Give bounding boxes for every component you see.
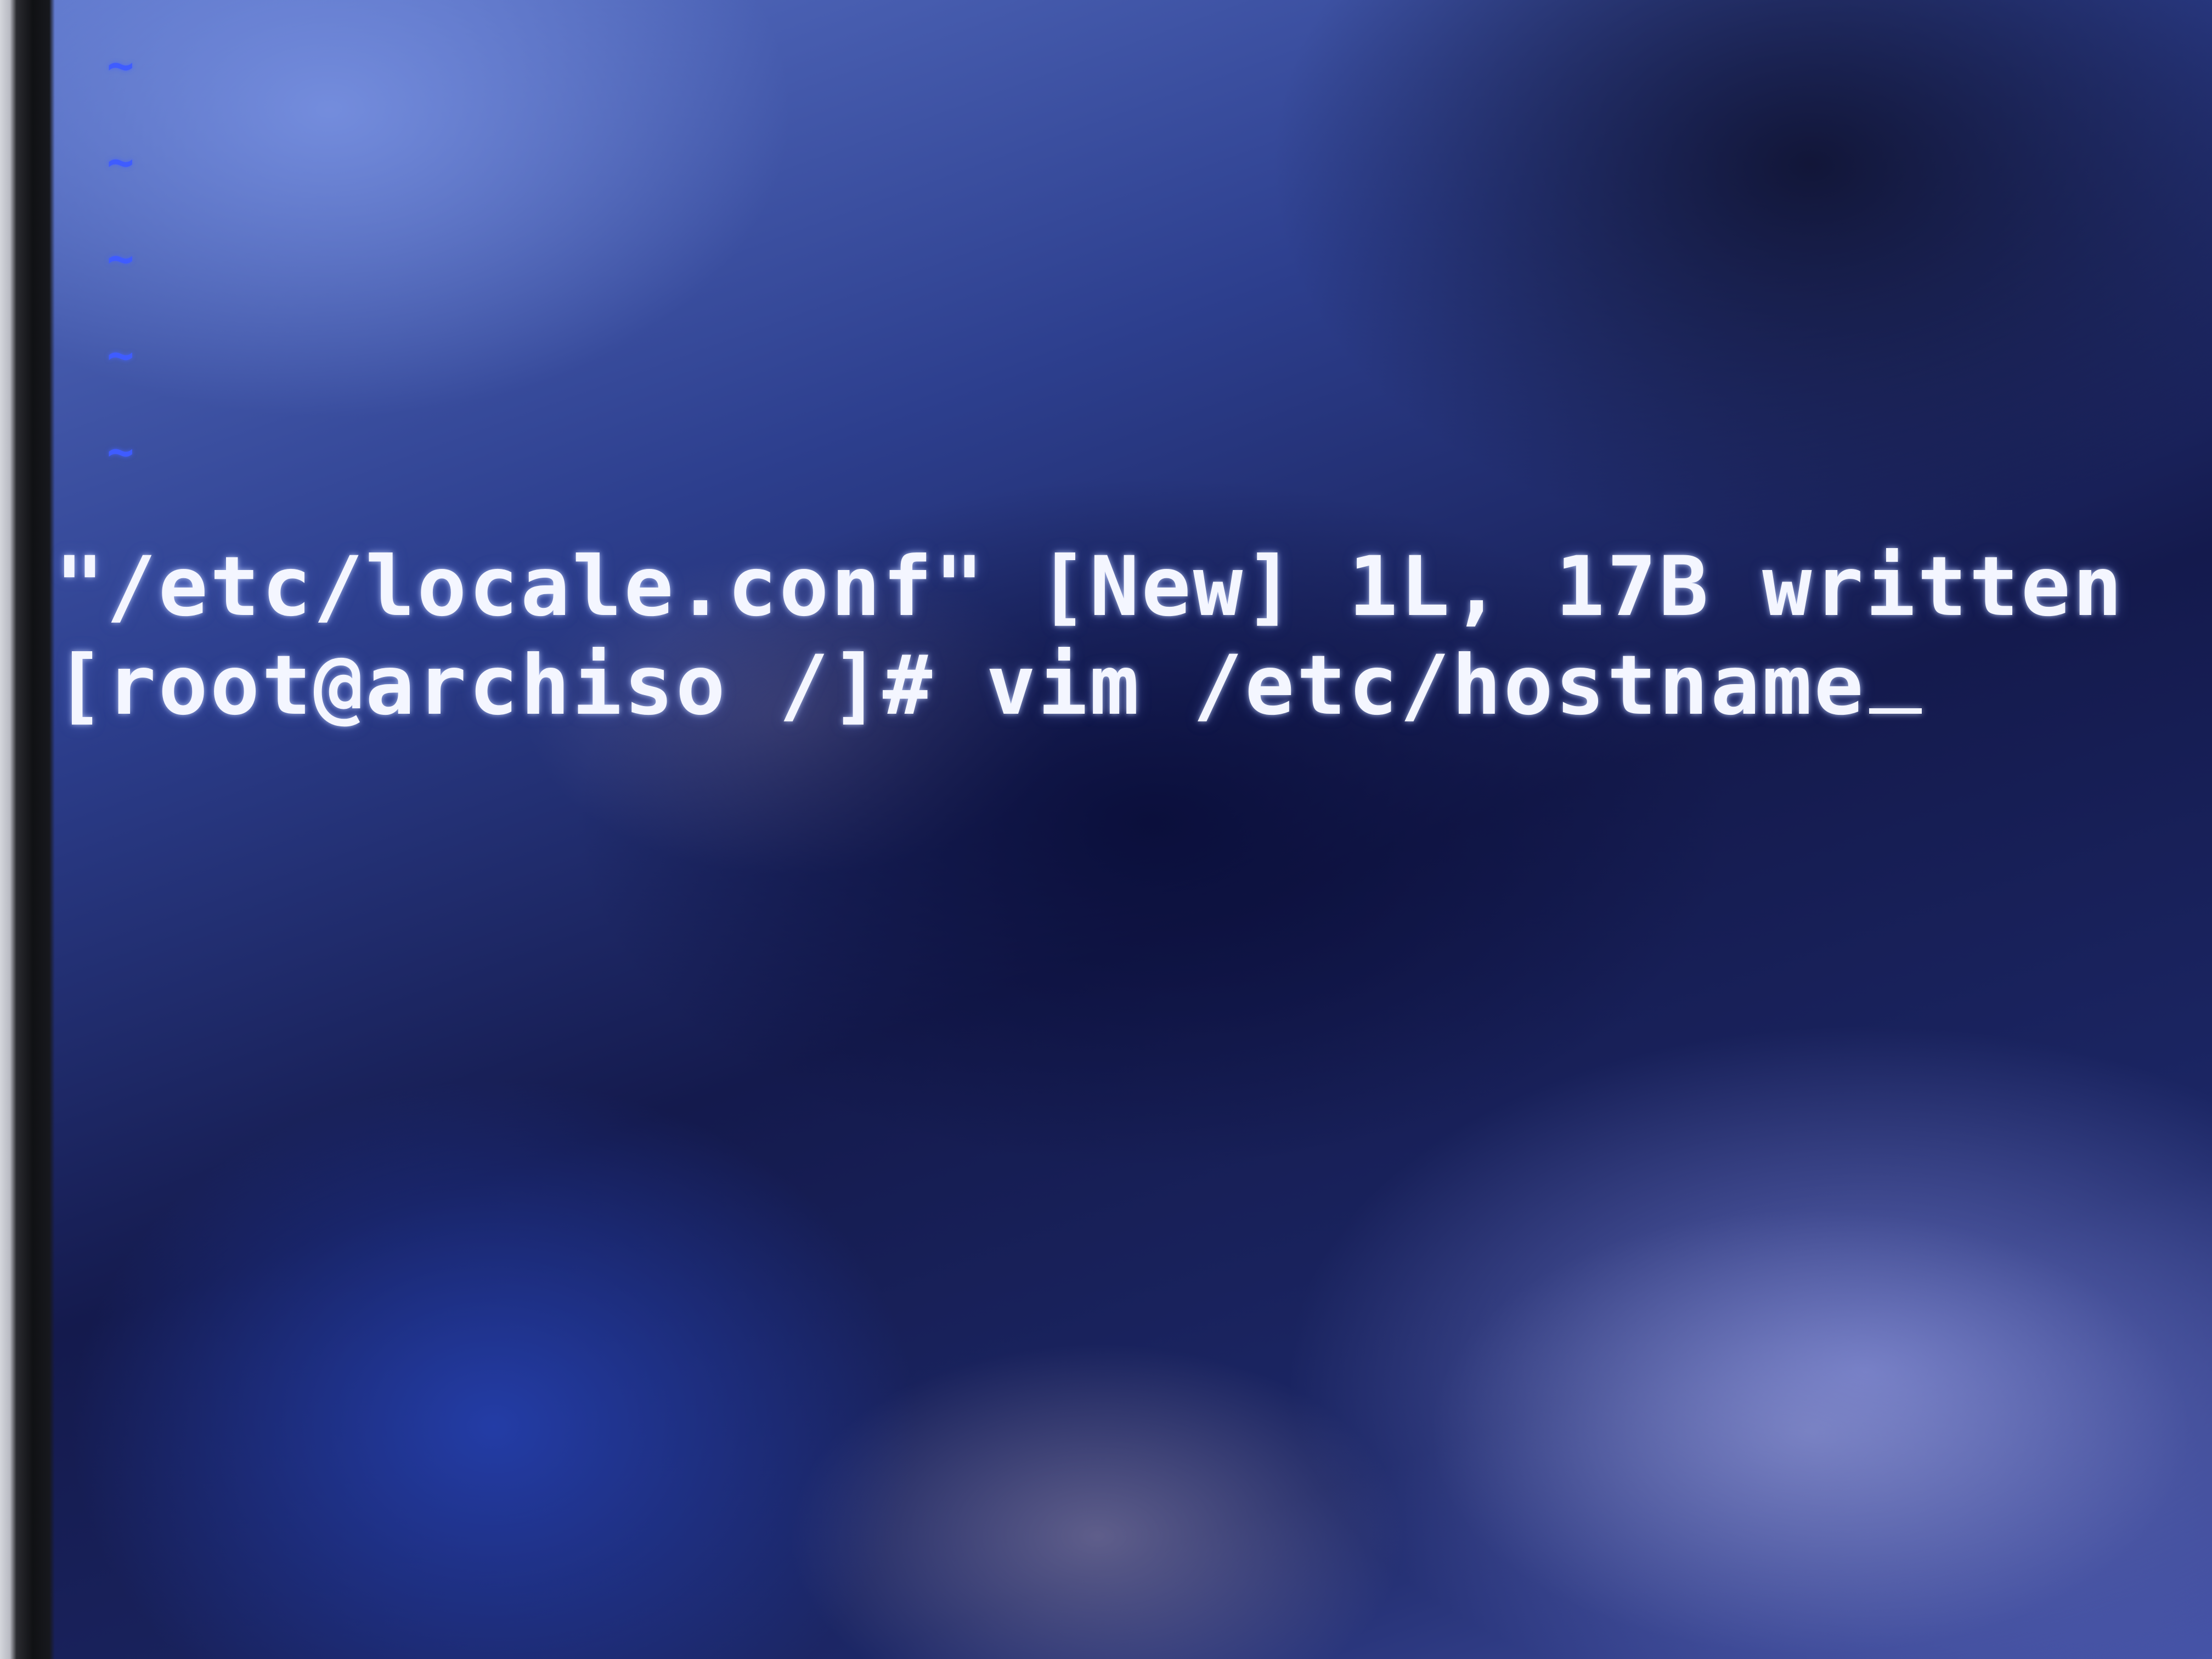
vim-tilde-marker: ~ [107,233,134,285]
shell-command-line[interactable]: [root@archiso /]# vim /etc/hostname [55,642,1922,730]
vim-tilde-marker: ~ [107,329,134,381]
vim-write-status-message: "/etc/locale.conf" [New] 1L, 17B written [55,539,2125,635]
monitor-bezel [0,0,55,1659]
shell-command-input[interactable]: vim /etc/hostname [986,638,1866,733]
terminal-screen[interactable]: ~ ~ ~ ~ ~ [55,0,2212,1659]
shell-prompt: [root@archiso /]# [55,638,935,733]
screen-photo: ~ ~ ~ ~ ~ "/etc/locale.conf" [New] 1L, 1… [0,0,2212,1659]
vim-tilde-marker: ~ [107,136,134,188]
text-cursor-icon [1869,708,1922,714]
vim-empty-line-markers: ~ ~ ~ ~ ~ [107,38,151,521]
vim-tilde-marker: ~ [107,426,134,478]
vim-tilde-marker: ~ [107,40,134,92]
